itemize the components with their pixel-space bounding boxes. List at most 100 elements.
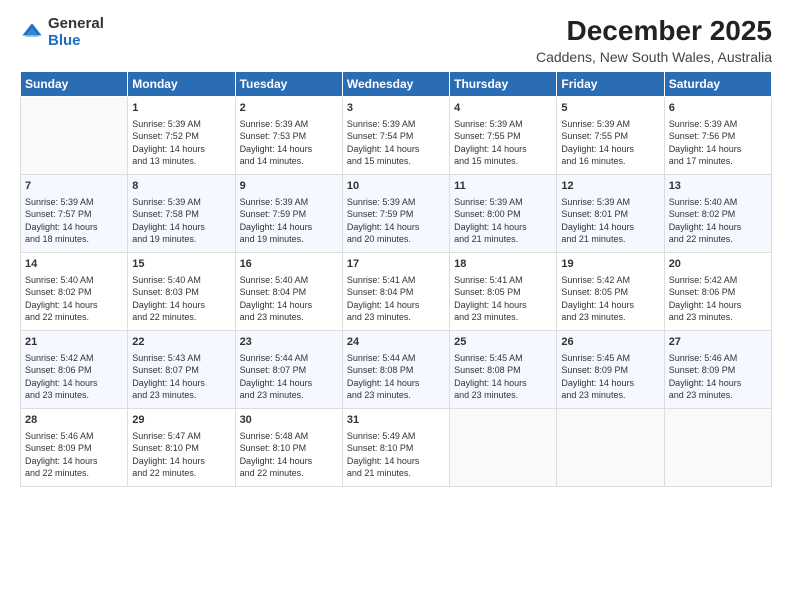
logo-blue: Blue (48, 33, 104, 50)
day-number: 25 (454, 335, 552, 350)
day-number: 11 (454, 179, 552, 194)
day-number: 15 (132, 257, 230, 272)
day-info: Sunrise: 5:46 AM Sunset: 8:09 PM Dayligh… (669, 352, 767, 402)
title-block: December 2025 Caddens, New South Wales, … (536, 16, 772, 65)
day-number: 16 (240, 257, 338, 272)
day-number: 21 (25, 335, 123, 350)
day-number: 22 (132, 335, 230, 350)
day-info: Sunrise: 5:40 AM Sunset: 8:02 PM Dayligh… (669, 196, 767, 246)
day-number: 27 (669, 335, 767, 350)
calendar-week-row: 28 Sunrise: 5:46 AM Sunset: 8:09 PM Dayli… (21, 408, 772, 486)
logo: General Blue (20, 16, 104, 49)
day-info: Sunrise: 5:49 AM Sunset: 8:10 PM Dayligh… (347, 430, 445, 480)
calendar-cell: 31 Sunrise: 5:49 AM Sunset: 8:10 PM Dayli… (342, 408, 449, 486)
logo-icon (20, 21, 44, 45)
day-info: Sunrise: 5:39 AM Sunset: 8:00 PM Dayligh… (454, 196, 552, 246)
day-number: 13 (669, 179, 767, 194)
calendar-header-tuesday: Tuesday (235, 71, 342, 96)
calendar-cell: 19 Sunrise: 5:42 AM Sunset: 8:05 PM Dayli… (557, 252, 664, 330)
page: General Blue December 2025 Caddens, New … (0, 0, 792, 612)
logo-text: General Blue (48, 16, 104, 49)
day-info: Sunrise: 5:39 AM Sunset: 8:01 PM Dayligh… (561, 196, 659, 246)
day-info: Sunrise: 5:39 AM Sunset: 7:52 PM Dayligh… (132, 118, 230, 168)
calendar-cell: 13 Sunrise: 5:40 AM Sunset: 8:02 PM Dayli… (664, 174, 771, 252)
day-number: 19 (561, 257, 659, 272)
day-number: 4 (454, 101, 552, 116)
day-number: 2 (240, 101, 338, 116)
day-number: 31 (347, 413, 445, 428)
calendar-cell: 27 Sunrise: 5:46 AM Sunset: 8:09 PM Dayli… (664, 330, 771, 408)
day-info: Sunrise: 5:39 AM Sunset: 7:56 PM Dayligh… (669, 118, 767, 168)
calendar: SundayMondayTuesdayWednesdayThursdayFrid… (20, 71, 772, 487)
day-info: Sunrise: 5:43 AM Sunset: 8:07 PM Dayligh… (132, 352, 230, 402)
day-number: 24 (347, 335, 445, 350)
calendar-cell: 9Sunrise: 5:39 AM Sunset: 7:59 PM Daylig… (235, 174, 342, 252)
day-info: Sunrise: 5:47 AM Sunset: 8:10 PM Dayligh… (132, 430, 230, 480)
day-info: Sunrise: 5:39 AM Sunset: 7:55 PM Dayligh… (561, 118, 659, 168)
day-number: 29 (132, 413, 230, 428)
day-info: Sunrise: 5:40 AM Sunset: 8:03 PM Dayligh… (132, 274, 230, 324)
calendar-cell (450, 408, 557, 486)
day-info: Sunrise: 5:40 AM Sunset: 8:02 PM Dayligh… (25, 274, 123, 324)
calendar-cell: 3 Sunrise: 5:39 AM Sunset: 7:54 PM Daylig… (342, 96, 449, 174)
calendar-cell: 23 Sunrise: 5:44 AM Sunset: 8:07 PM Dayli… (235, 330, 342, 408)
day-info: Sunrise: 5:46 AM Sunset: 8:09 PM Dayligh… (25, 430, 123, 480)
calendar-header-monday: Monday (128, 71, 235, 96)
day-number: 14 (25, 257, 123, 272)
day-number: 6 (669, 101, 767, 116)
calendar-cell: 17Sunrise: 5:41 AM Sunset: 8:04 PM Dayli… (342, 252, 449, 330)
day-info: Sunrise: 5:45 AM Sunset: 8:09 PM Dayligh… (561, 352, 659, 402)
calendar-cell: 14 Sunrise: 5:40 AM Sunset: 8:02 PM Dayli… (21, 252, 128, 330)
day-info: Sunrise: 5:44 AM Sunset: 8:08 PM Dayligh… (347, 352, 445, 402)
calendar-header-wednesday: Wednesday (342, 71, 449, 96)
calendar-cell: 30Sunrise: 5:48 AM Sunset: 8:10 PM Dayli… (235, 408, 342, 486)
calendar-cell: 26 Sunrise: 5:45 AM Sunset: 8:09 PM Dayli… (557, 330, 664, 408)
calendar-cell: 18Sunrise: 5:41 AM Sunset: 8:05 PM Dayli… (450, 252, 557, 330)
day-number: 7 (25, 179, 123, 194)
day-info: Sunrise: 5:39 AM Sunset: 7:57 PM Dayligh… (25, 196, 123, 246)
day-number: 5 (561, 101, 659, 116)
day-number: 3 (347, 101, 445, 116)
calendar-cell: 12 Sunrise: 5:39 AM Sunset: 8:01 PM Dayli… (557, 174, 664, 252)
day-info: Sunrise: 5:39 AM Sunset: 7:59 PM Dayligh… (347, 196, 445, 246)
day-info: Sunrise: 5:40 AM Sunset: 8:04 PM Dayligh… (240, 274, 338, 324)
calendar-cell: 2 Sunrise: 5:39 AM Sunset: 7:53 PM Daylig… (235, 96, 342, 174)
day-info: Sunrise: 5:39 AM Sunset: 7:53 PM Dayligh… (240, 118, 338, 168)
day-info: Sunrise: 5:39 AM Sunset: 7:58 PM Dayligh… (132, 196, 230, 246)
header: General Blue December 2025 Caddens, New … (20, 16, 772, 65)
calendar-cell: 29 Sunrise: 5:47 AM Sunset: 8:10 PM Dayli… (128, 408, 235, 486)
day-info: Sunrise: 5:44 AM Sunset: 8:07 PM Dayligh… (240, 352, 338, 402)
calendar-cell: 15 Sunrise: 5:40 AM Sunset: 8:03 PM Dayli… (128, 252, 235, 330)
calendar-cell: 28 Sunrise: 5:46 AM Sunset: 8:09 PM Dayli… (21, 408, 128, 486)
day-info: Sunrise: 5:42 AM Sunset: 8:06 PM Dayligh… (25, 352, 123, 402)
day-number: 23 (240, 335, 338, 350)
calendar-cell: 20Sunrise: 5:42 AM Sunset: 8:06 PM Dayli… (664, 252, 771, 330)
calendar-week-row: 1Sunrise: 5:39 AM Sunset: 7:52 PM Daylig… (21, 96, 772, 174)
calendar-cell: 10Sunrise: 5:39 AM Sunset: 7:59 PM Dayli… (342, 174, 449, 252)
calendar-week-row: 14 Sunrise: 5:40 AM Sunset: 8:02 PM Dayli… (21, 252, 772, 330)
day-number: 12 (561, 179, 659, 194)
calendar-cell (664, 408, 771, 486)
calendar-cell: 22 Sunrise: 5:43 AM Sunset: 8:07 PM Dayli… (128, 330, 235, 408)
day-number: 28 (25, 413, 123, 428)
day-info: Sunrise: 5:42 AM Sunset: 8:05 PM Dayligh… (561, 274, 659, 324)
day-info: Sunrise: 5:39 AM Sunset: 7:54 PM Dayligh… (347, 118, 445, 168)
calendar-cell: 21 Sunrise: 5:42 AM Sunset: 8:06 PM Dayli… (21, 330, 128, 408)
calendar-header-row: SundayMondayTuesdayWednesdayThursdayFrid… (21, 71, 772, 96)
calendar-cell: 4 Sunrise: 5:39 AM Sunset: 7:55 PM Daylig… (450, 96, 557, 174)
calendar-header-saturday: Saturday (664, 71, 771, 96)
day-info: Sunrise: 5:39 AM Sunset: 7:55 PM Dayligh… (454, 118, 552, 168)
day-number: 8 (132, 179, 230, 194)
day-info: Sunrise: 5:41 AM Sunset: 8:05 PM Dayligh… (454, 274, 552, 324)
calendar-cell: 25Sunrise: 5:45 AM Sunset: 8:08 PM Dayli… (450, 330, 557, 408)
calendar-week-row: 7 Sunrise: 5:39 AM Sunset: 7:57 PM Daylig… (21, 174, 772, 252)
calendar-cell: 8 Sunrise: 5:39 AM Sunset: 7:58 PM Daylig… (128, 174, 235, 252)
calendar-cell (557, 408, 664, 486)
day-info: Sunrise: 5:48 AM Sunset: 8:10 PM Dayligh… (240, 430, 338, 480)
calendar-cell: 24 Sunrise: 5:44 AM Sunset: 8:08 PM Dayli… (342, 330, 449, 408)
calendar-cell: 11 Sunrise: 5:39 AM Sunset: 8:00 PM Dayli… (450, 174, 557, 252)
day-info: Sunrise: 5:41 AM Sunset: 8:04 PM Dayligh… (347, 274, 445, 324)
calendar-cell: 6 Sunrise: 5:39 AM Sunset: 7:56 PM Daylig… (664, 96, 771, 174)
day-number: 26 (561, 335, 659, 350)
day-info: Sunrise: 5:39 AM Sunset: 7:59 PM Dayligh… (240, 196, 338, 246)
